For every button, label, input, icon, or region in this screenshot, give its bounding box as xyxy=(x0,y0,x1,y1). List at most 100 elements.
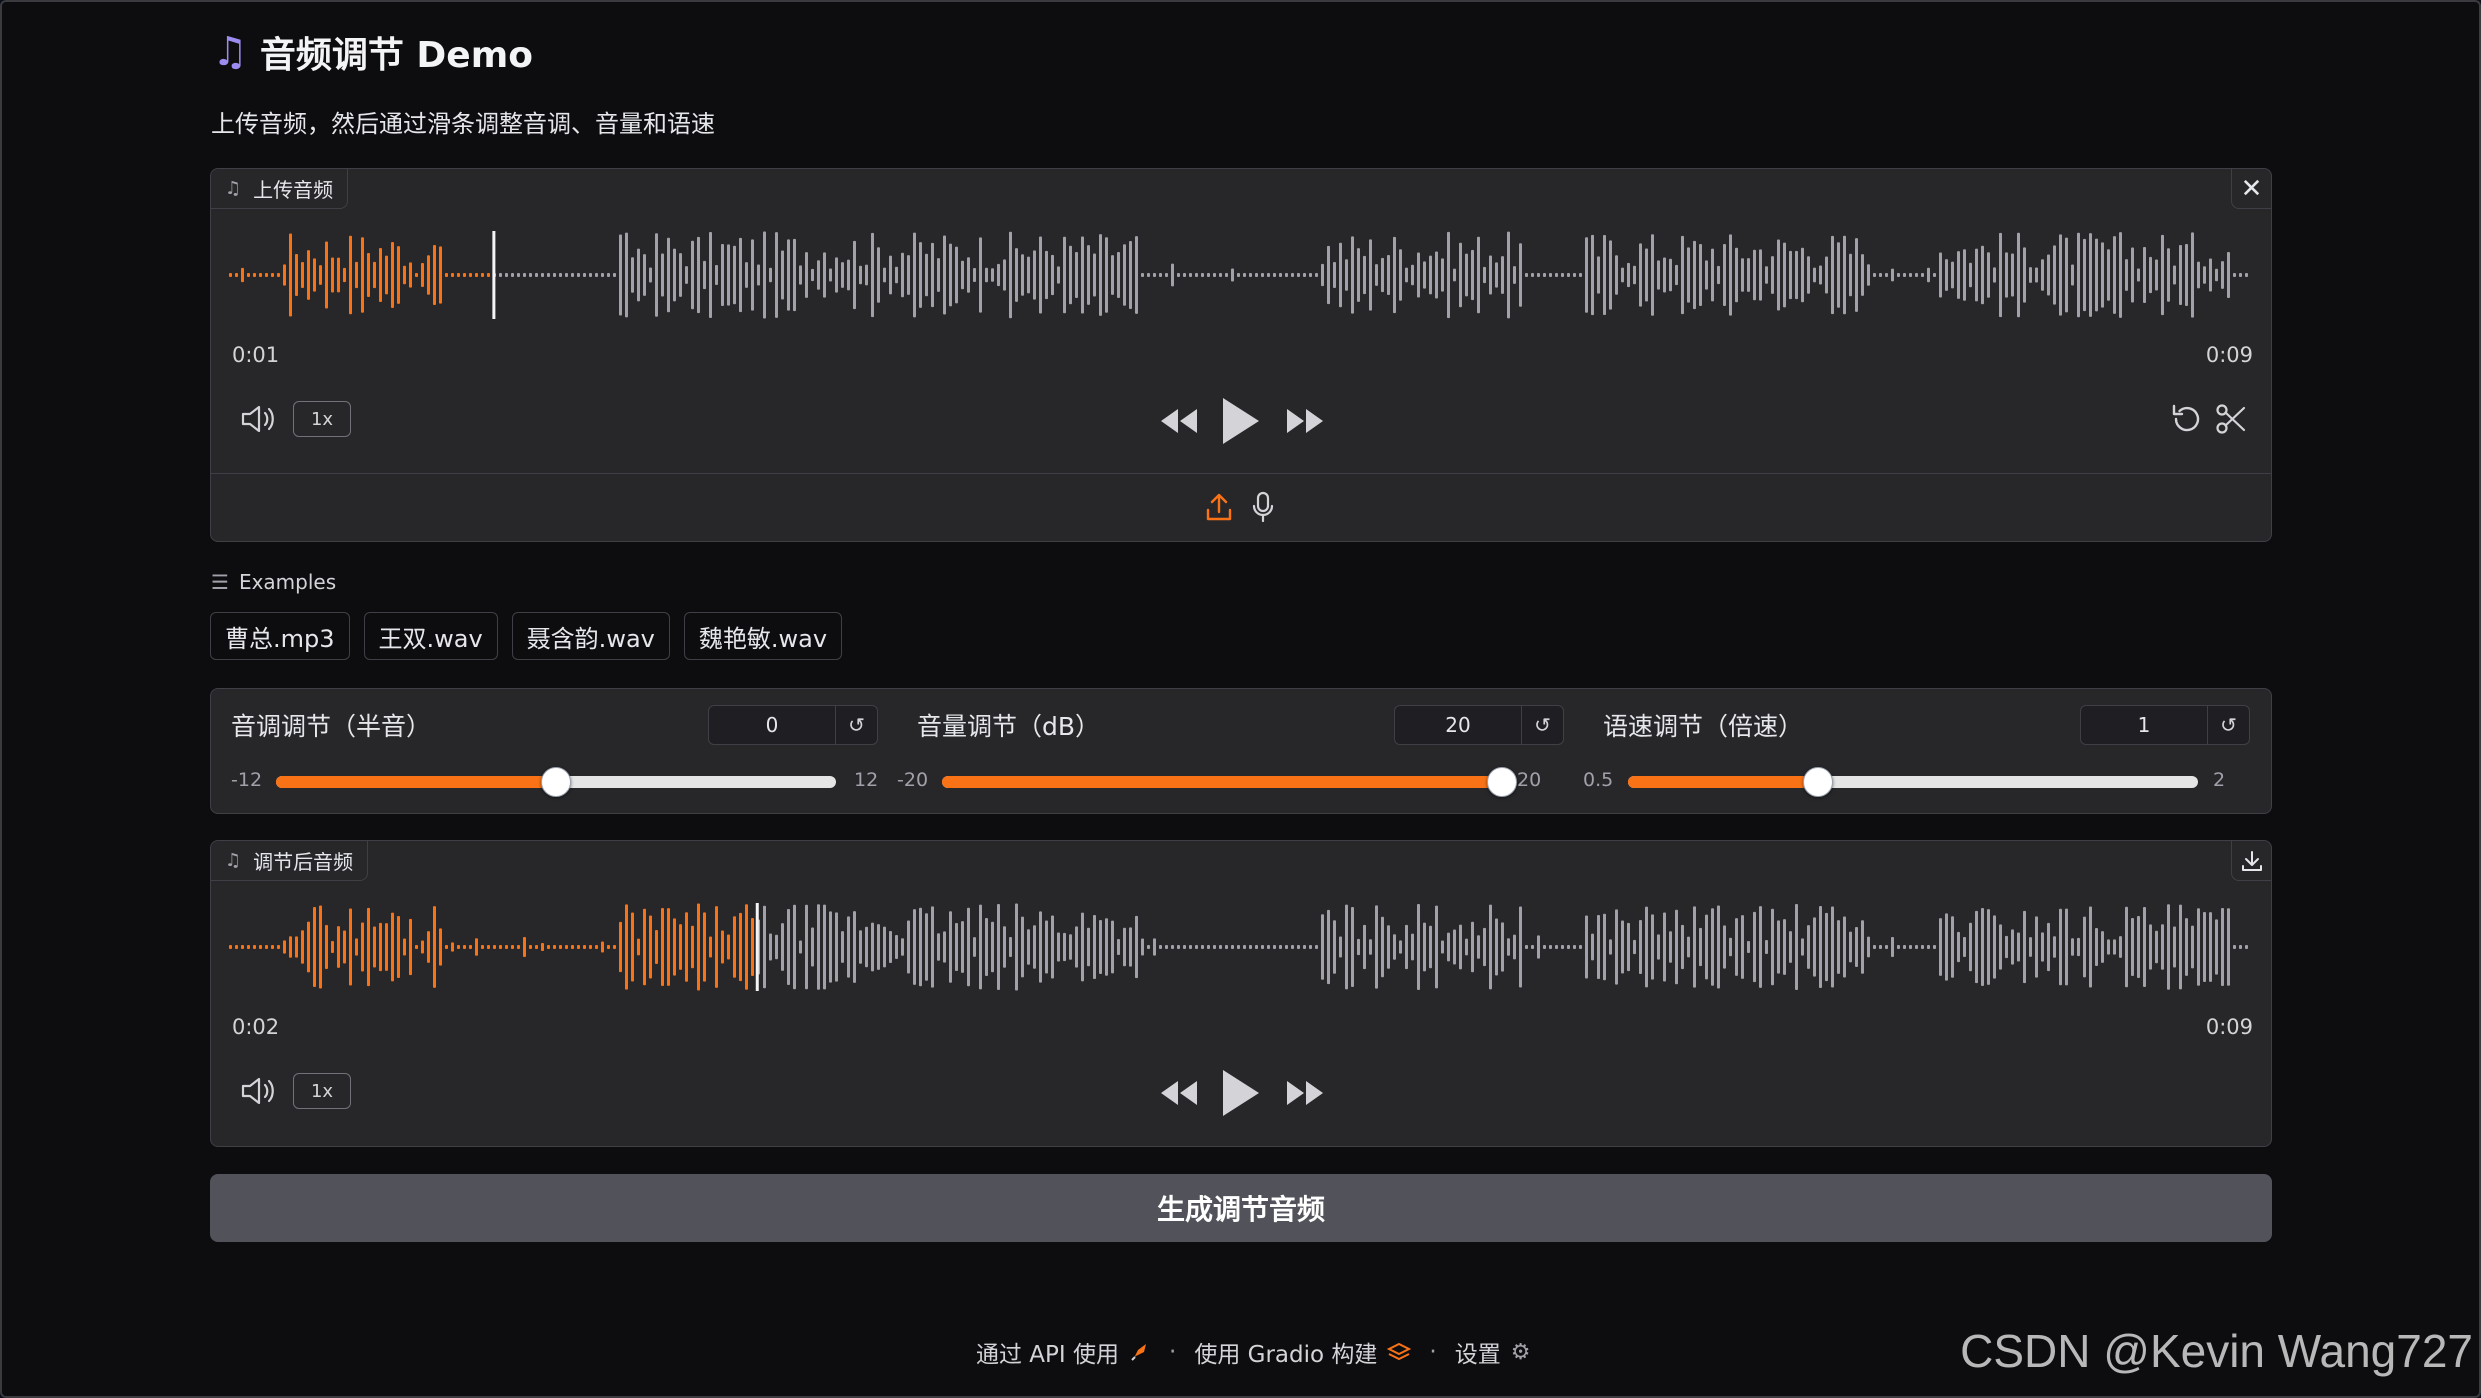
undo-button[interactable] xyxy=(2167,399,2207,439)
playhead-cursor[interactable] xyxy=(492,231,496,319)
waveform-bar xyxy=(1957,251,1960,299)
waveform-bar xyxy=(745,904,748,990)
example-item[interactable]: 曹总.mp3 xyxy=(210,612,350,660)
waveform-bar xyxy=(1105,918,1108,976)
waveform-bar xyxy=(1411,933,1414,961)
waveform-bar xyxy=(763,231,766,319)
volume-slider-track[interactable] xyxy=(942,767,1517,797)
input-waveform[interactable] xyxy=(229,227,2255,323)
volume-reset-button[interactable]: ↺ xyxy=(1522,705,1564,745)
waveform-bar xyxy=(1015,248,1018,302)
speed-slider-track[interactable] xyxy=(1628,767,2198,797)
fast-forward-button[interactable] xyxy=(1283,1073,1327,1113)
waveform-bar xyxy=(2221,907,2224,987)
waveform-bar xyxy=(571,273,574,277)
waveform-bar xyxy=(1375,905,1378,989)
waveform-bar xyxy=(685,912,688,982)
play-button[interactable] xyxy=(1219,1065,1263,1121)
waveform-bar xyxy=(1657,260,1660,290)
waveform-bar xyxy=(415,273,418,277)
speed-reset-button[interactable]: ↺ xyxy=(2208,705,2250,745)
playback-rate-button[interactable]: 1x xyxy=(293,1073,351,1109)
waveform-bar xyxy=(781,923,784,971)
examples-label: ☰ Examples xyxy=(211,570,336,594)
speed-slider-thumb[interactable] xyxy=(1802,767,1833,797)
waveform-bar xyxy=(1423,922,1426,972)
input-duration: 0:09 xyxy=(2205,343,2253,367)
waveform-bar xyxy=(1165,273,1168,277)
waveform-bar xyxy=(2233,273,2236,277)
waveform-bar xyxy=(1993,267,1996,283)
waveform-bar xyxy=(661,253,664,297)
play-button[interactable] xyxy=(1219,393,1263,449)
waveform-bar xyxy=(1801,247,1804,303)
waveform-bar xyxy=(2053,245,2056,305)
fast-forward-button[interactable] xyxy=(1283,401,1327,441)
playback-rate-button[interactable]: 1x xyxy=(293,401,351,437)
waveform-bar xyxy=(1189,273,1192,277)
waveform-bar xyxy=(2101,931,2104,963)
rewind-button[interactable] xyxy=(1157,401,1201,441)
waveform-bar xyxy=(901,252,904,298)
waveform-bar xyxy=(805,252,808,298)
gradio-link[interactable]: 使用 Gradio 构建 xyxy=(1194,1335,1377,1369)
pitch-reset-button[interactable]: ↺ xyxy=(836,705,878,745)
pitch-slider-track[interactable] xyxy=(276,767,836,797)
waveform-bar xyxy=(1237,273,1240,277)
playhead-cursor[interactable] xyxy=(755,903,759,991)
pitch-number-input[interactable]: 0 xyxy=(708,705,836,745)
waveform-bar xyxy=(787,239,790,311)
settings-link[interactable]: 设置 xyxy=(1455,1335,1501,1369)
volume-number-input[interactable]: 20 xyxy=(1394,705,1522,745)
waveform-bar xyxy=(1687,936,1690,958)
rewind-button[interactable] xyxy=(1157,1073,1201,1113)
gradio-logo-icon xyxy=(1387,1342,1412,1361)
output-waveform[interactable] xyxy=(229,899,2255,995)
volume-button[interactable] xyxy=(239,399,279,439)
waveform-bar xyxy=(1267,945,1270,949)
waveform-bar xyxy=(1039,236,1042,314)
volume-button[interactable] xyxy=(239,1071,279,1111)
generate-button[interactable]: 生成调节音频 xyxy=(210,1174,2272,1242)
upload-source-button[interactable] xyxy=(1201,487,1237,527)
waveform-bar xyxy=(247,273,250,277)
waveform-bar xyxy=(1987,252,1990,298)
waveform-bar xyxy=(367,253,370,297)
waveform-bar xyxy=(1603,234,1606,316)
waveform-bar xyxy=(631,257,634,293)
pitch-slider-thumb[interactable] xyxy=(541,767,571,797)
waveform-bar xyxy=(397,246,400,304)
panel-divider xyxy=(211,473,2271,474)
download-icon xyxy=(2241,850,2262,871)
waveform-bar xyxy=(589,273,592,277)
waveform-bar xyxy=(1249,945,1252,949)
waveform-bar xyxy=(583,945,586,949)
trim-button[interactable] xyxy=(2211,399,2251,439)
volume-slider-thumb[interactable] xyxy=(1487,767,1517,797)
waveform-bar xyxy=(751,917,754,977)
example-item[interactable]: 魏艳敏.wav xyxy=(683,612,843,660)
waveform-bar xyxy=(2209,258,2212,292)
waveform-bar xyxy=(343,267,346,283)
api-link[interactable]: 通过 API 使用 xyxy=(976,1335,1119,1369)
waveform-bar xyxy=(229,273,232,277)
waveform-bar xyxy=(337,926,340,968)
waveform-bar xyxy=(607,273,610,277)
example-item[interactable]: 聂含韵.wav xyxy=(511,612,670,660)
speed-number-input[interactable]: 1 xyxy=(2080,705,2208,745)
music-icon: ♫ xyxy=(225,178,242,199)
waveform-bar xyxy=(493,945,496,949)
waveform-bar xyxy=(331,257,334,293)
waveform-bar xyxy=(1171,263,1174,287)
example-item[interactable]: 王双.wav xyxy=(363,612,498,660)
waveform-bar xyxy=(265,945,268,949)
waveform-bar xyxy=(1621,267,1624,283)
waveform-bar xyxy=(349,235,352,315)
waveform-bar xyxy=(649,267,652,283)
waveform-bar xyxy=(445,273,448,277)
waveform-bar xyxy=(1063,236,1066,314)
download-button[interactable] xyxy=(2231,841,2271,881)
waveform-bar xyxy=(1087,927,1090,967)
clear-audio-button[interactable]: ✕ xyxy=(2231,169,2271,209)
microphone-source-button[interactable] xyxy=(1245,487,1281,527)
